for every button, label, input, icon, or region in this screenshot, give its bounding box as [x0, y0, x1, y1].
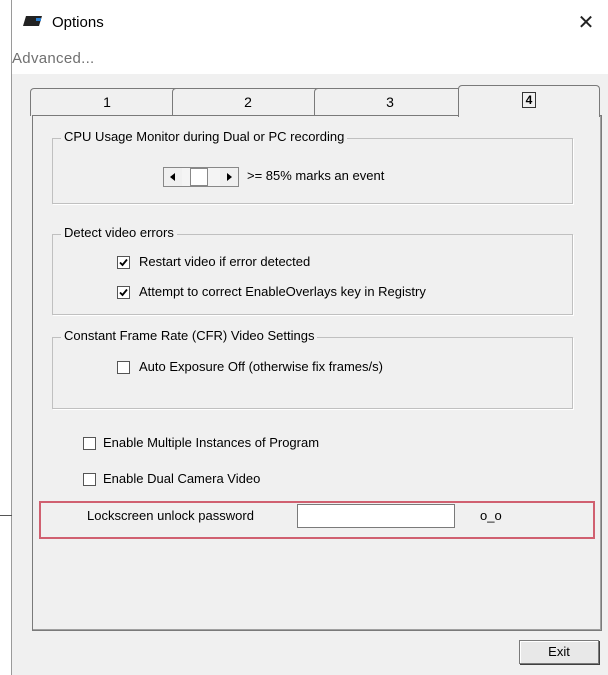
detect-video-errors-title: Detect video errors	[61, 225, 177, 240]
arrow-right-icon	[227, 173, 232, 181]
tab-1[interactable]: 1	[30, 88, 184, 116]
menu-advanced[interactable]: Advanced...	[12, 50, 95, 67]
auto-exposure-checkbox[interactable]	[117, 361, 130, 374]
multiple-instances-label: Enable Multiple Instances of Program	[103, 435, 320, 450]
lockscreen-suffix: o_o	[480, 508, 502, 523]
title-bar: Options ✕	[12, 0, 608, 44]
tab-4[interactable]: 4	[458, 85, 600, 117]
cpu-monitor-group-title: CPU Usage Monitor during Dual or PC reco…	[61, 129, 348, 144]
exit-button[interactable]: Exit	[519, 640, 599, 664]
cpu-monitor-group: CPU Usage Monitor during Dual or PC reco…	[52, 129, 573, 204]
camera-icon	[23, 16, 42, 26]
tab-4-panel: CPU Usage Monitor during Dual or PC reco…	[32, 115, 602, 631]
tab-2-label: 2	[244, 94, 252, 110]
multiple-instances-checkbox[interactable]	[83, 437, 96, 450]
auto-exposure-label: Auto Exposure Off (otherwise fix frames/…	[139, 359, 383, 374]
dual-camera-checkbox[interactable]	[83, 473, 96, 486]
tab-3[interactable]: 3	[314, 88, 466, 116]
options-dialog: Options ✕ Advanced... 1 2 3 4 CPU Usage …	[12, 0, 608, 675]
cpu-threshold-scrollbar[interactable]	[163, 167, 239, 187]
dual-camera-label: Enable Dual Camera Video	[103, 471, 261, 486]
tab-1-label: 1	[103, 94, 111, 110]
tab-2[interactable]: 2	[172, 88, 324, 116]
scroll-right-button[interactable]	[220, 168, 238, 186]
tab-3-label: 3	[386, 94, 394, 110]
cfr-video-settings-group: Constant Frame Rate (CFR) Video Settings…	[52, 328, 573, 409]
lockscreen-password-label: Lockscreen unlock password	[87, 508, 254, 523]
restart-video-label: Restart video if error detected	[139, 254, 311, 269]
arrow-left-icon	[170, 173, 175, 181]
close-button[interactable]: ✕	[564, 6, 608, 40]
tab-4-label: 4	[521, 92, 537, 108]
lockscreen-password-input[interactable]	[297, 504, 455, 528]
enable-overlays-label: Attempt to correct EnableOverlays key in…	[139, 284, 426, 299]
enable-overlays-checkbox[interactable]	[117, 286, 130, 299]
window-title: Options	[52, 14, 104, 31]
cpu-threshold-label: >= 85% marks an event	[247, 168, 385, 183]
cfr-video-settings-title: Constant Frame Rate (CFR) Video Settings	[61, 328, 318, 343]
checkmark-icon	[119, 288, 128, 297]
scroll-left-button[interactable]	[164, 168, 182, 186]
restart-video-checkbox[interactable]	[117, 256, 130, 269]
scroll-thumb[interactable]	[190, 168, 208, 186]
checkmark-icon	[119, 258, 128, 267]
detect-video-errors-group: Detect video errors Restart video if err…	[52, 225, 573, 315]
menu-bar: Advanced...	[12, 44, 608, 74]
